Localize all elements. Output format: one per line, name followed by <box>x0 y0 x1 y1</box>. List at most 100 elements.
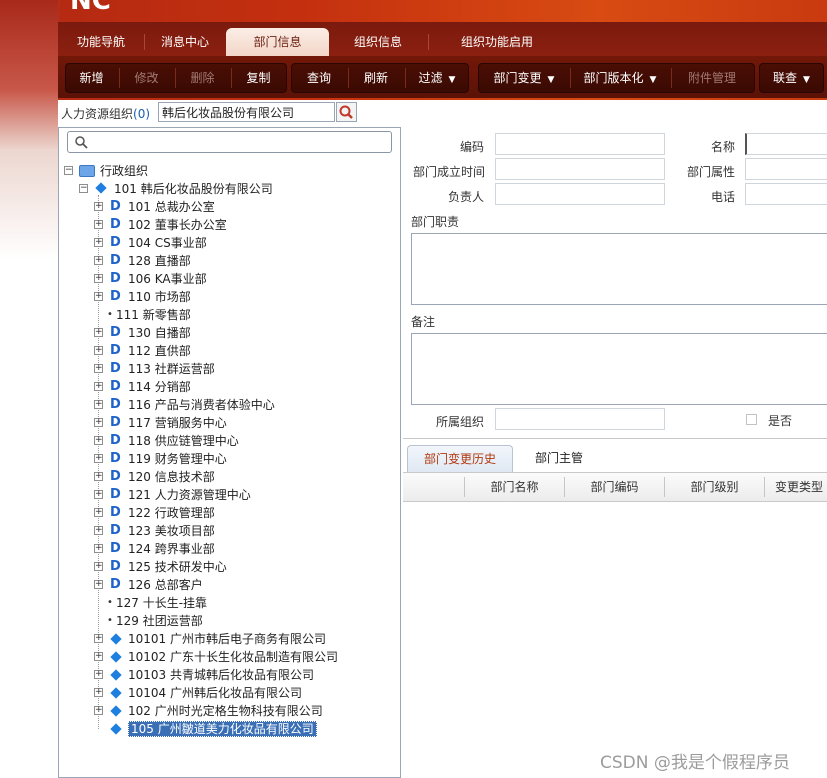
tree-item[interactable]: 110 市场部 <box>128 288 191 306</box>
tree-item-label: 113 社群运营部 <box>128 362 215 376</box>
tab-org-info[interactable]: 组织信息 <box>342 28 414 56</box>
dept-icon: D <box>110 451 121 466</box>
tree-item[interactable]: 127 十长生-挂靠 <box>116 594 207 612</box>
tree-item[interactable]: 114 分销部 <box>128 378 191 396</box>
link-query-dropdown[interactable]: 联查 ▼ <box>760 64 823 92</box>
tree-item[interactable]: 121 人力资源管理中心 <box>128 486 251 504</box>
expand-toggle-icon[interactable]: + <box>94 706 103 715</box>
org-field[interactable] <box>495 408 665 430</box>
tab-function-nav[interactable]: 功能导航 <box>66 28 136 56</box>
delete-button[interactable]: 删除 <box>176 64 229 92</box>
column-dept-code[interactable]: 部门编码 <box>565 473 664 501</box>
tree-search-input[interactable] <box>67 131 392 153</box>
filter-dropdown[interactable]: 过滤 ▼ <box>406 64 468 92</box>
column-change-type[interactable]: 变更类型 <box>775 473 827 501</box>
tree-item-label: 126 总部客户 <box>128 578 203 592</box>
collapse-toggle-icon[interactable]: − <box>79 184 88 193</box>
hr-org-input[interactable]: 韩后化妆品股份有限公司 <box>158 102 335 122</box>
tab-dept-supervisor[interactable]: 部门主管 <box>520 445 598 471</box>
tree-item[interactable]: 10104 广州韩后化妆品有限公司 <box>128 684 302 702</box>
edit-button[interactable]: 修改 <box>120 64 173 92</box>
code-field[interactable] <box>495 133 665 155</box>
refresh-button[interactable]: 刷新 <box>349 64 403 92</box>
tree-item[interactable]: 130 自播部 <box>128 324 191 342</box>
expand-toggle-icon[interactable]: + <box>94 544 103 553</box>
collapse-toggle-icon[interactable]: − <box>64 166 73 175</box>
tree-item[interactable]: 123 美妆项目部 <box>128 522 215 540</box>
dept-change-dropdown[interactable]: 部门变更 ▼ <box>479 64 569 92</box>
tree-root[interactable]: 行政组织 <box>100 162 148 180</box>
phone-field[interactable] <box>745 183 827 205</box>
copy-button[interactable]: 复制 <box>232 64 285 92</box>
tree-item[interactable]: 128 直播部 <box>128 252 191 270</box>
expand-toggle-icon[interactable]: + <box>94 256 103 265</box>
tab-dept-info[interactable]: 部门信息 <box>226 28 329 56</box>
tree-item[interactable]: 104 CS事业部 <box>128 234 207 252</box>
tree-item[interactable]: 129 社团运营部 <box>116 612 203 630</box>
attachments-button[interactable]: 附件管理 <box>672 64 752 92</box>
tree-item[interactable]: 122 行政管理部 <box>128 504 215 522</box>
yesno-checkbox[interactable] <box>746 414 757 425</box>
tree-item[interactable]: 102 董事长办公室 <box>128 216 227 234</box>
expand-toggle-icon[interactable]: + <box>94 220 103 229</box>
add-button[interactable]: 新增 <box>66 64 117 92</box>
tree-item[interactable]: 119 财务管理中心 <box>128 450 227 468</box>
duty-textarea[interactable] <box>411 233 827 305</box>
tree-item[interactable]: 102 广州时光定格生物科技有限公司 <box>128 702 323 720</box>
expand-toggle-icon[interactable]: + <box>94 508 103 517</box>
expand-toggle-icon[interactable]: + <box>94 634 103 643</box>
expand-toggle-icon[interactable]: + <box>94 418 103 427</box>
column-dept-level[interactable]: 部门级别 <box>665 473 764 501</box>
expand-toggle-icon[interactable]: + <box>94 292 103 301</box>
expand-toggle-icon[interactable]: + <box>94 400 103 409</box>
expand-toggle-icon[interactable]: + <box>94 202 103 211</box>
tab-dept-change-history[interactable]: 部门变更历史 <box>407 445 513 472</box>
tree-item[interactable]: 126 总部客户 <box>128 576 203 594</box>
leaf-bullet-icon: • <box>107 615 113 626</box>
tree-item[interactable]: 112 直供部 <box>128 342 191 360</box>
tree-item[interactable]: 105 广州皺道美力化妆品有限公司 <box>128 720 317 738</box>
expand-toggle-icon[interactable]: + <box>94 490 103 499</box>
hr-org-search-button[interactable] <box>336 102 357 122</box>
tree-item[interactable]: 118 供应链管理中心 <box>128 432 239 450</box>
expand-toggle-icon[interactable]: + <box>94 652 103 661</box>
expand-toggle-icon[interactable]: + <box>94 472 103 481</box>
manager-field[interactable] <box>495 183 665 205</box>
expand-toggle-icon[interactable]: + <box>94 364 103 373</box>
expand-toggle-icon[interactable]: + <box>94 382 103 391</box>
name-field[interactable] <box>745 133 827 155</box>
tree-item[interactable]: 120 信息技术部 <box>128 468 215 486</box>
expand-toggle-icon[interactable]: + <box>94 454 103 463</box>
tree-item[interactable]: 125 技术研发中心 <box>128 558 227 576</box>
tree-item[interactable]: 117 营销服务中心 <box>128 414 227 432</box>
tree-item[interactable]: 111 新零售部 <box>116 306 191 324</box>
dept-icon: D <box>110 199 121 214</box>
query-button[interactable]: 查询 <box>292 64 346 92</box>
tree-item[interactable]: 113 社群运营部 <box>128 360 215 378</box>
remark-textarea[interactable] <box>411 333 827 405</box>
expand-toggle-icon[interactable]: + <box>94 526 103 535</box>
expand-toggle-icon[interactable]: + <box>94 346 103 355</box>
tree-item[interactable]: 10102 广东十长生化妆品制造有限公司 <box>128 648 338 666</box>
tab-org-function-enable[interactable]: 组织功能启用 <box>442 28 552 56</box>
column-dept-name[interactable]: 部门名称 <box>465 473 564 501</box>
attribute-field[interactable] <box>745 158 827 180</box>
tree-item[interactable]: 124 跨界事业部 <box>128 540 215 558</box>
expand-toggle-icon[interactable]: + <box>94 670 103 679</box>
expand-toggle-icon[interactable]: + <box>94 562 103 571</box>
expand-toggle-icon[interactable]: + <box>94 688 103 697</box>
expand-toggle-icon[interactable]: + <box>94 238 103 247</box>
tree-item[interactable]: 101 总裁办公室 <box>128 198 215 216</box>
expand-toggle-icon[interactable]: + <box>94 436 103 445</box>
expand-toggle-icon[interactable]: + <box>94 580 103 589</box>
expand-toggle-icon[interactable]: + <box>94 328 103 337</box>
tree-item[interactable]: 116 产品与消费者体验中心 <box>128 396 275 414</box>
tree-company[interactable]: 101 韩后化妆品股份有限公司 <box>114 180 273 198</box>
dept-version-dropdown[interactable]: 部门版本化 ▼ <box>571 64 669 92</box>
tab-message-center[interactable]: 消息中心 <box>150 28 220 56</box>
tree-item[interactable]: 106 KA事业部 <box>128 270 207 288</box>
tree-item[interactable]: 10101 广州市韩后电子商务有限公司 <box>128 630 326 648</box>
tree-item[interactable]: 10103 共青城韩后化妆品有限公司 <box>128 666 314 684</box>
expand-toggle-icon[interactable]: + <box>94 274 103 283</box>
established-date-field[interactable] <box>495 158 665 180</box>
